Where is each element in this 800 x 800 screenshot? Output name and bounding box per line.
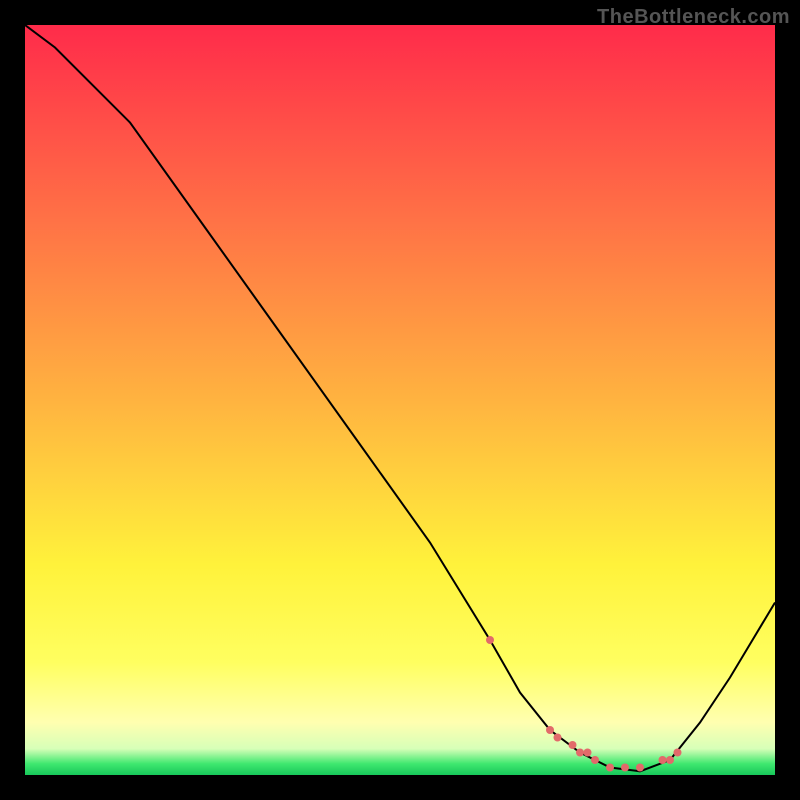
plot-area [25, 25, 775, 775]
marker-point [554, 734, 562, 742]
marker-point [546, 726, 554, 734]
marker-point [576, 749, 584, 757]
marker-point [591, 756, 599, 764]
marker-point [674, 749, 682, 757]
marker-point [606, 764, 614, 772]
marker-point [659, 756, 667, 764]
gradient-background [25, 25, 775, 775]
marker-point [636, 764, 644, 772]
marker-point [584, 749, 592, 757]
marker-point [569, 741, 577, 749]
chart-frame: TheBottleneck.com [0, 0, 800, 800]
chart-svg [25, 25, 775, 775]
marker-point [666, 756, 674, 764]
marker-point [486, 636, 494, 644]
marker-point [621, 764, 629, 772]
